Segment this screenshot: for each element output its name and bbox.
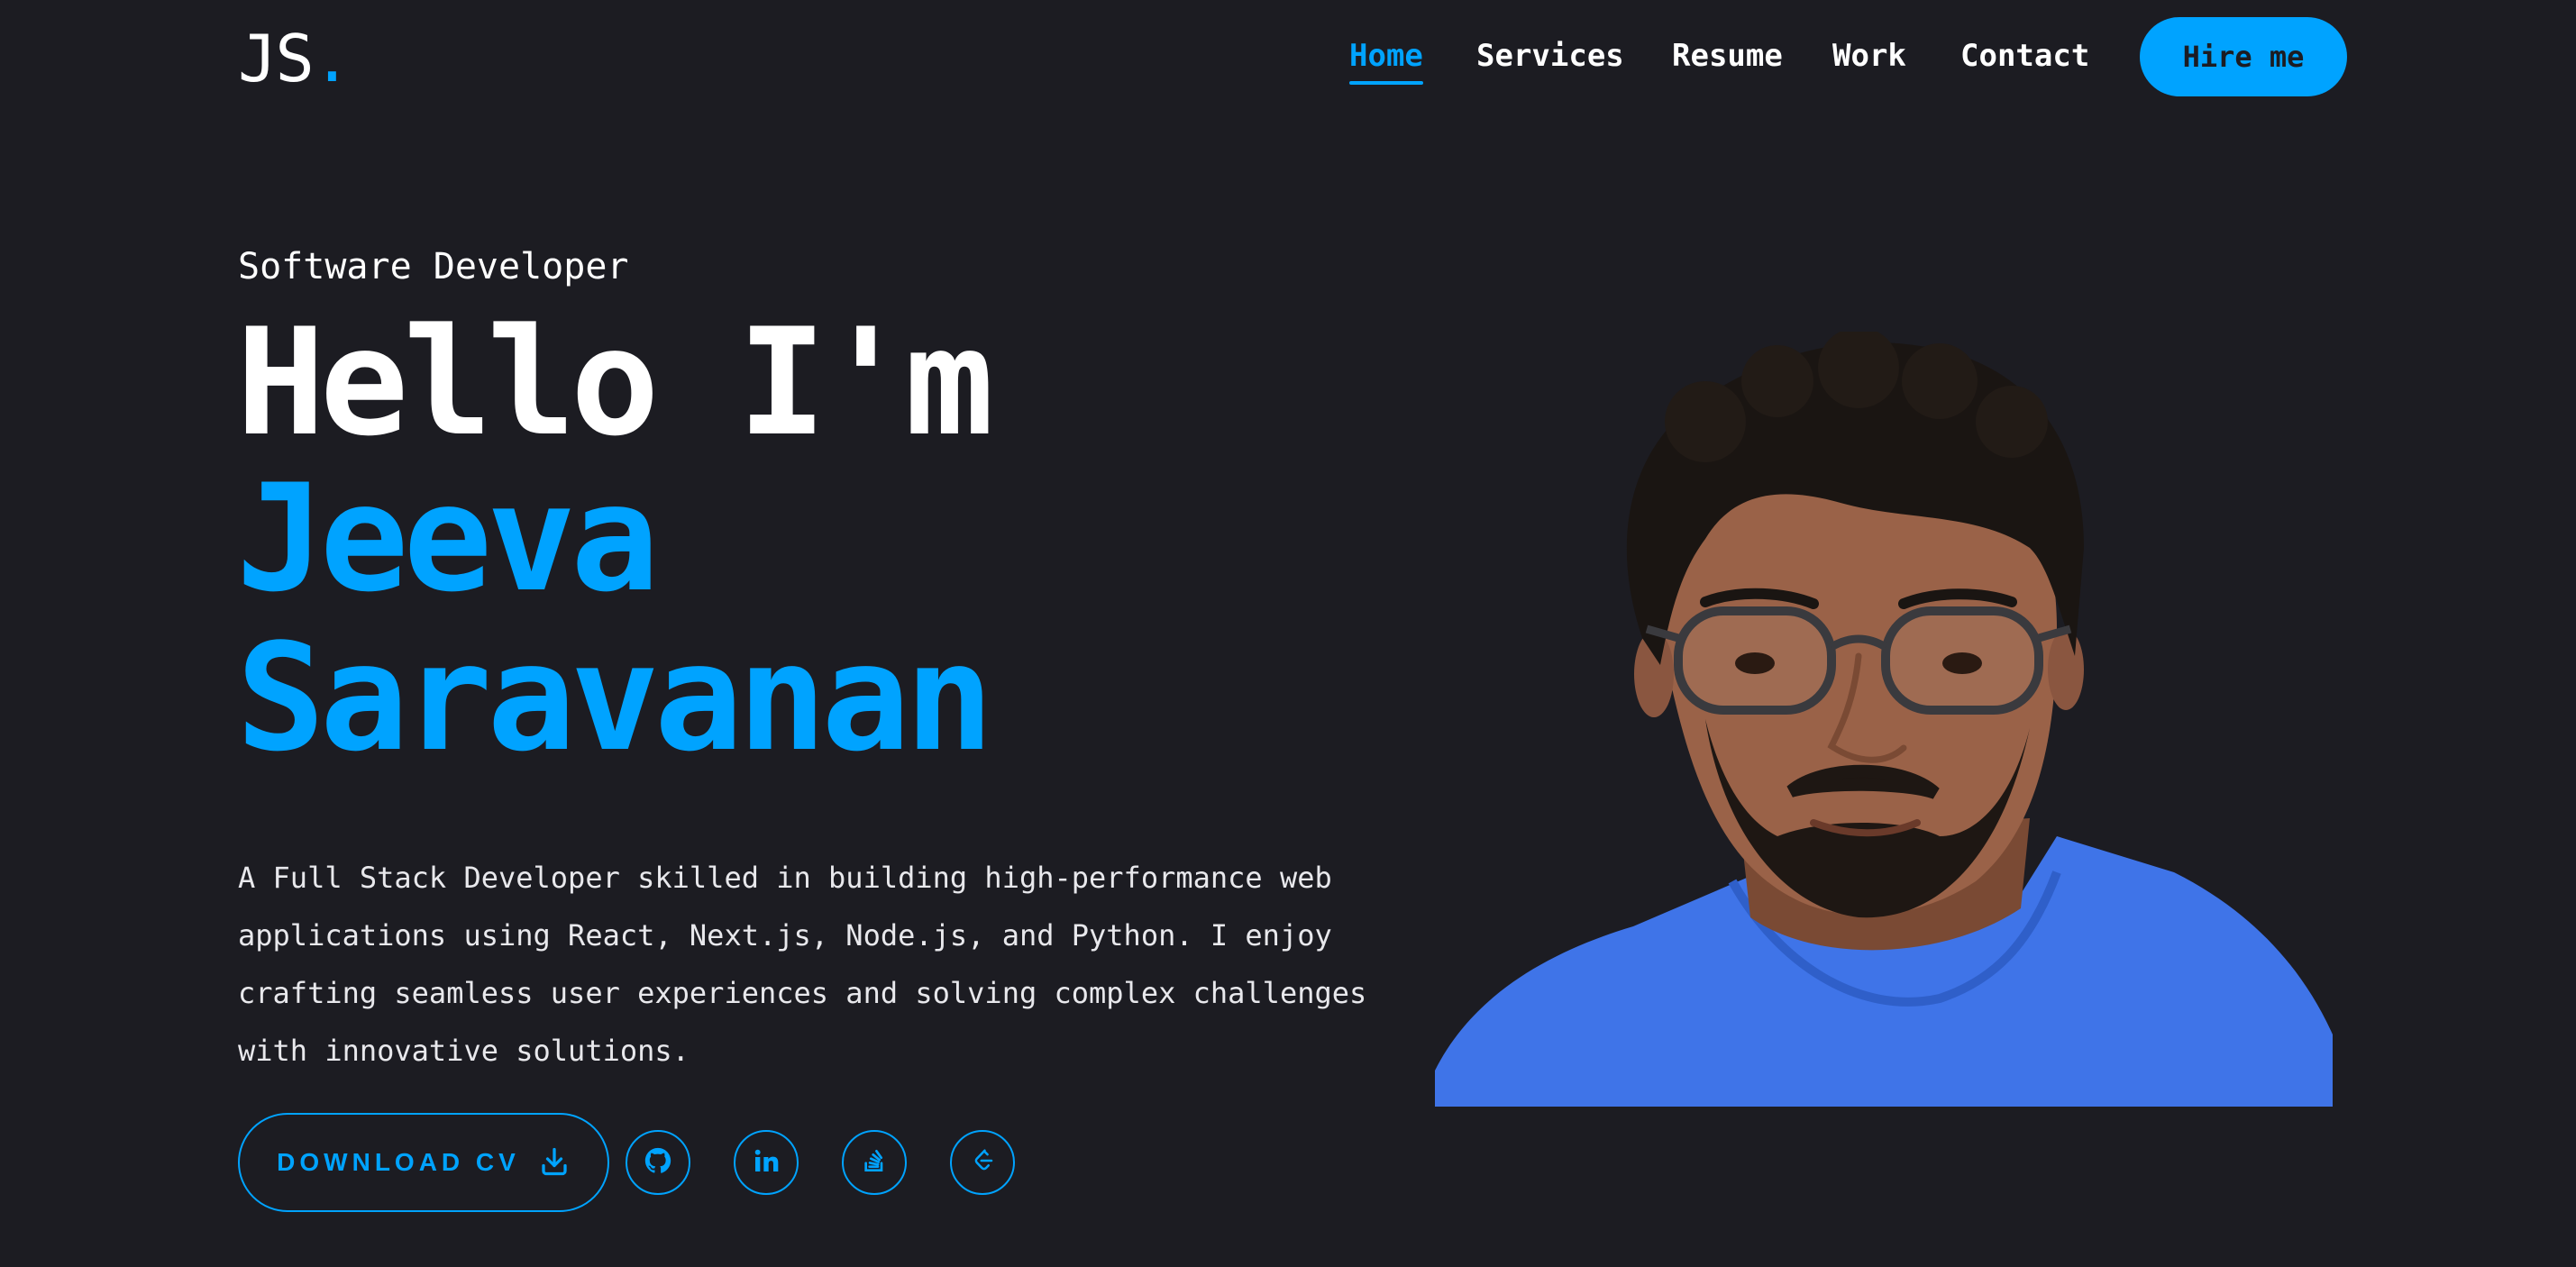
nav-resume-label: Resume	[1672, 38, 1783, 74]
hero-last-name: Saravanan	[236, 612, 994, 784]
nav-contact[interactable]: Contact	[1960, 32, 2089, 79]
github-link[interactable]	[626, 1130, 690, 1195]
logo-dot: .	[312, 21, 352, 96]
nav-services[interactable]: Services	[1476, 32, 1624, 79]
download-cv-button[interactable]: DOWNLOAD CV	[238, 1113, 609, 1212]
leetcode-link[interactable]	[950, 1130, 1015, 1195]
hero-subtitle: Software Developer	[238, 246, 629, 287]
hero-greeting: Hello I'm	[236, 296, 994, 469]
nav-contact-label: Contact	[1960, 38, 2090, 74]
logo-text: JS	[238, 21, 315, 96]
active-nav-underline	[1349, 81, 1423, 85]
profile-photo	[1435, 332, 2333, 1107]
nav-work[interactable]: Work	[1832, 32, 1906, 79]
download-cv-label: DOWNLOAD CV	[277, 1148, 520, 1176]
stackoverflow-icon	[860, 1146, 889, 1179]
hero-first-name: Jeeva	[236, 452, 660, 624]
nav-work-label: Work	[1832, 38, 1906, 74]
linkedin-link[interactable]	[734, 1130, 799, 1195]
nav-resume[interactable]: Resume	[1672, 32, 1783, 79]
hero-description: A Full Stack Developer skilled in buildi…	[238, 861, 1367, 1068]
nav-home[interactable]: Home	[1349, 32, 1423, 85]
stackoverflow-link[interactable]	[842, 1130, 907, 1195]
nav-home-label: Home	[1349, 38, 1423, 74]
site-logo[interactable]: JS.	[238, 18, 352, 99]
linkedin-icon	[752, 1146, 781, 1179]
leetcode-icon	[969, 1147, 996, 1178]
github-icon	[643, 1145, 673, 1180]
nav-services-label: Services	[1476, 38, 1624, 74]
download-icon	[538, 1145, 571, 1180]
portfolio-page: JS. Home Services Resume Work Contact Hi…	[0, 0, 2576, 1267]
hire-me-button[interactable]: Hire me	[2140, 17, 2347, 96]
